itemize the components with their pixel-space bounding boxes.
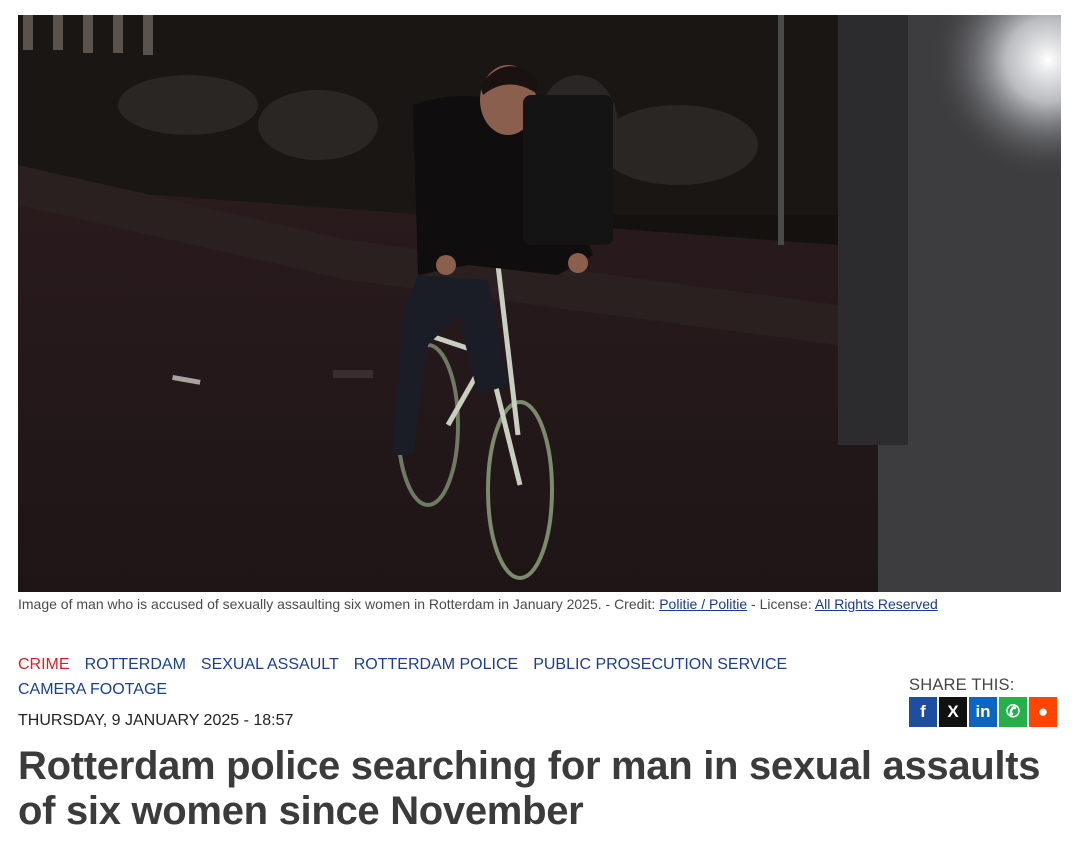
tag-camera-footage[interactable]: CAMERA FOOTAGE — [18, 677, 167, 702]
whatsapp-icon[interactable]: ✆ — [999, 697, 1027, 727]
linkedin-icon[interactable]: in — [969, 697, 997, 727]
tag-rotterdam[interactable]: ROTTERDAM — [85, 652, 186, 677]
tag-sexual-assault[interactable]: SEXUAL ASSAULT — [201, 652, 339, 677]
credit-link[interactable]: Politie / Politie — [659, 596, 747, 612]
tag-public-prosecution-service[interactable]: PUBLIC PROSECUTION SERVICE — [533, 652, 787, 677]
publish-date: THURSDAY, 9 JANUARY 2025 - 18:57 — [18, 712, 294, 729]
tag-list: CRIME ROTTERDAM SEXUAL ASSAULT ROTTERDAM PO… — [18, 652, 898, 702]
tag-crime[interactable]: CRIME — [18, 652, 70, 677]
share-box: SHARE THIS: f X in ✆ ● — [909, 676, 1069, 727]
license-prefix: - License: — [747, 596, 815, 612]
license-link[interactable]: All Rights Reserved — [815, 596, 938, 612]
share-icons: f X in ✆ ● — [909, 697, 1069, 727]
reddit-icon[interactable]: ● — [1029, 697, 1057, 727]
caption-text: Image of man who is accused of sexually … — [18, 596, 660, 612]
hero-image — [18, 15, 1061, 592]
share-label: SHARE THIS: — [909, 676, 1015, 694]
tag-rotterdam-police[interactable]: ROTTERDAM POLICE — [354, 652, 518, 677]
facebook-icon[interactable]: f — [909, 697, 937, 727]
image-caption: Image of man who is accused of sexually … — [18, 596, 938, 612]
article-headline: Rotterdam police searching for man in se… — [18, 744, 1041, 833]
man-on-bicycle-night-photo — [18, 15, 1061, 592]
x-icon[interactable]: X — [939, 697, 967, 727]
